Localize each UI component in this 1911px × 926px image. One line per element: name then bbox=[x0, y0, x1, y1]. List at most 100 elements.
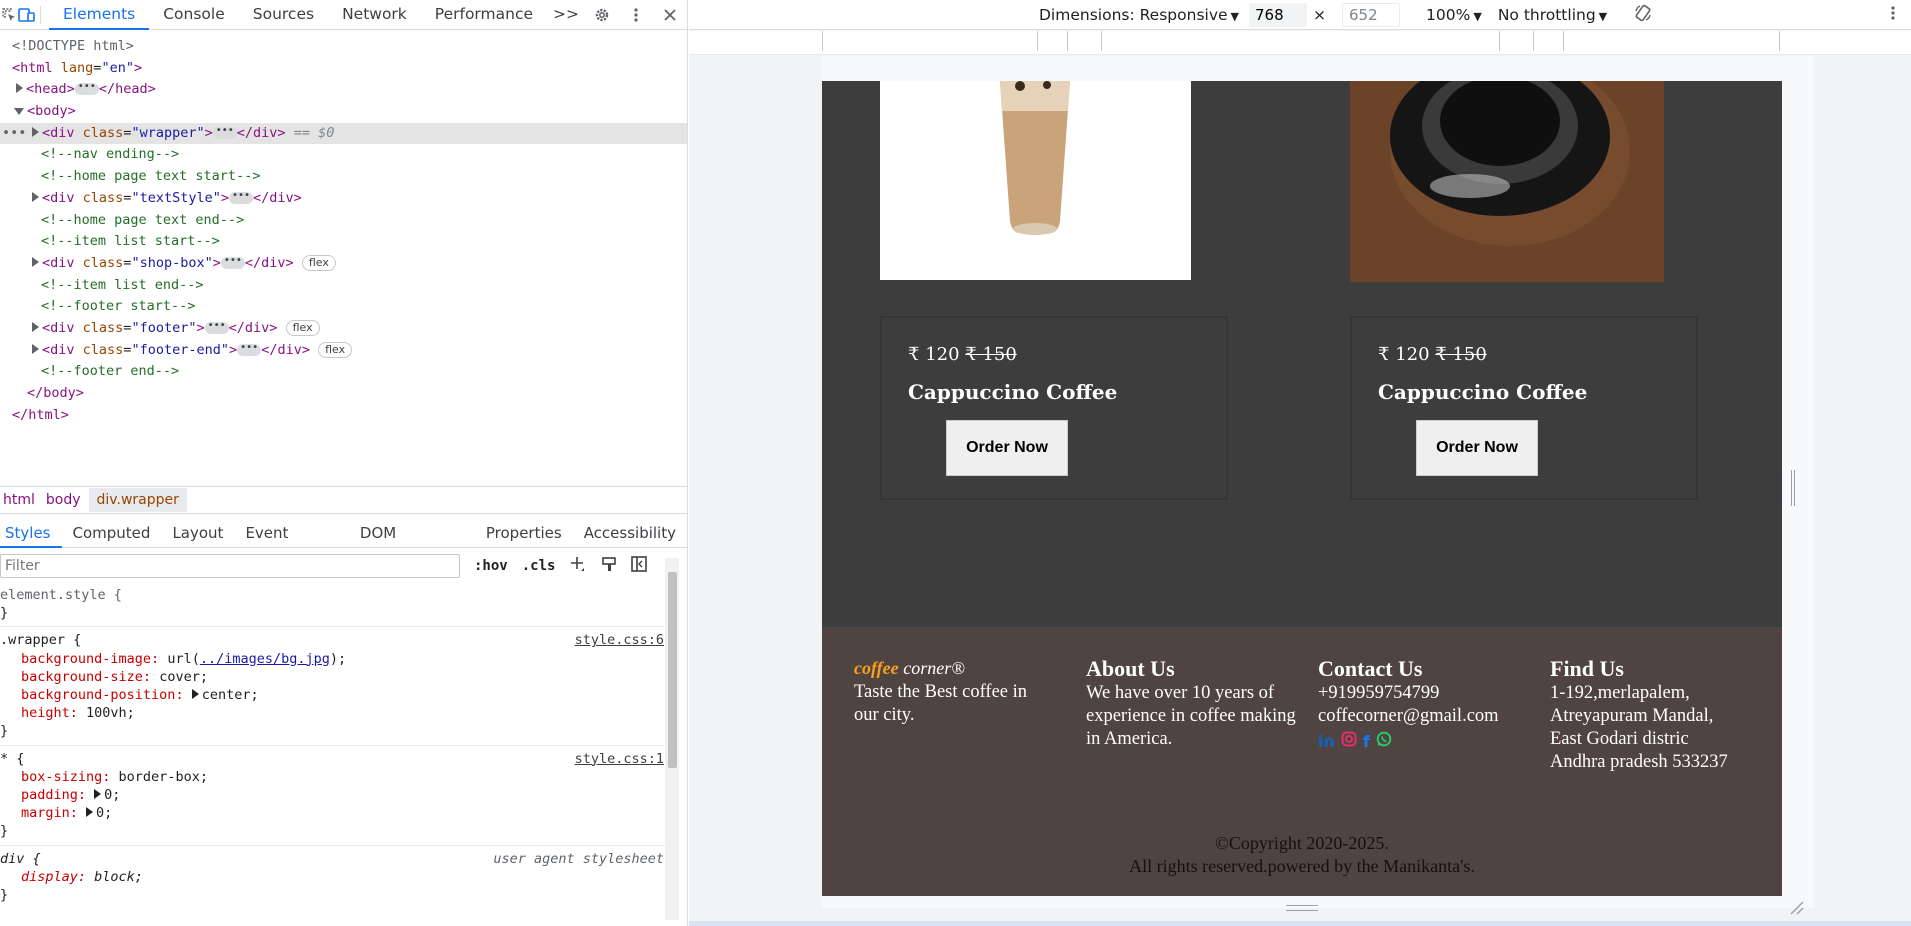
collapsed-ellipsis-icon[interactable]: ••• bbox=[74, 82, 99, 96]
linkedin-icon[interactable]: in bbox=[1318, 730, 1335, 753]
whatsapp-icon[interactable] bbox=[1376, 730, 1392, 753]
resize-corner-icon[interactable] bbox=[1789, 900, 1805, 920]
toggle-sidebar-icon[interactable] bbox=[631, 555, 648, 577]
more-tabs-chevron-icon[interactable]: >> bbox=[547, 0, 585, 30]
flex-badge[interactable]: flex bbox=[285, 319, 320, 336]
subtab-dom-breakpoints[interactable]: DOM Breakpoints bbox=[349, 518, 475, 572]
collapsed-ellipsis-icon[interactable]: ••• bbox=[204, 320, 229, 334]
tree-comment[interactable]: <!--item list start--> bbox=[0, 231, 687, 253]
expand-triangle-icon[interactable] bbox=[32, 256, 39, 267]
tree-footer[interactable]: <div class="footer"> ••• </div> flex bbox=[0, 318, 687, 340]
tree-body-close[interactable]: </body> bbox=[0, 383, 687, 405]
styles-filter-input[interactable] bbox=[0, 554, 460, 578]
css-declaration[interactable]: background-position: center; bbox=[0, 686, 668, 704]
tree-html-close[interactable]: </html> bbox=[0, 405, 687, 427]
class-toggle[interactable]: .cls bbox=[522, 558, 556, 574]
expand-triangle-icon[interactable] bbox=[191, 689, 199, 700]
tree-html[interactable]: <html lang="en"> bbox=[0, 58, 687, 80]
expand-triangle-icon[interactable] bbox=[94, 789, 102, 800]
subtab-layout[interactable]: Layout bbox=[161, 518, 234, 548]
tree-wrapper-selected[interactable]: ••• <div class="wrapper"> ••• </div> == $0 bbox=[0, 122, 687, 145]
order-now-button[interactable]: Order Now bbox=[1416, 420, 1538, 476]
expand-triangle-icon[interactable] bbox=[32, 191, 39, 202]
breadcrumb-body[interactable]: body bbox=[43, 492, 89, 508]
css-declaration[interactable]: background-image: url(../images/bg.jpg); bbox=[0, 650, 668, 668]
tree-comment[interactable]: <!--nav ending--> bbox=[0, 144, 687, 166]
footer: coffee corner® Taste the Best coffee in … bbox=[822, 627, 1782, 896]
tree-comment[interactable]: <!--item list end--> bbox=[0, 275, 687, 297]
css-declaration[interactable]: background-size: cover; bbox=[0, 668, 668, 686]
width-input[interactable] bbox=[1249, 2, 1308, 27]
dimensions-dropdown[interactable]: Dimensions: Responsive ▼ bbox=[1039, 6, 1239, 24]
css-url-link[interactable]: ../images/bg.jpg bbox=[200, 651, 330, 667]
css-declaration[interactable]: padding: 0; bbox=[0, 786, 668, 804]
inspect-element-icon[interactable] bbox=[0, 0, 18, 30]
tab-console[interactable]: Console bbox=[149, 0, 239, 30]
css-declaration[interactable]: margin: 0; bbox=[0, 804, 668, 822]
scrollbar-thumb[interactable] bbox=[668, 572, 677, 768]
subtab-accessibility[interactable]: Accessibility bbox=[573, 518, 687, 548]
tree-body[interactable]: <body> bbox=[0, 101, 687, 123]
breadcrumb-div-wrapper[interactable]: div.wrapper bbox=[88, 488, 187, 512]
tab-network[interactable]: Network bbox=[328, 0, 421, 30]
order-now-button[interactable]: Order Now bbox=[946, 420, 1068, 476]
tree-comment[interactable]: <!--home page text end--> bbox=[0, 210, 687, 232]
subtab-properties[interactable]: Properties bbox=[475, 518, 573, 548]
add-rule-icon[interactable] bbox=[569, 555, 587, 578]
collapse-triangle-icon[interactable] bbox=[14, 108, 24, 116]
tab-sources[interactable]: Sources bbox=[239, 0, 328, 30]
tree-doctype[interactable]: <!DOCTYPE html> bbox=[0, 36, 687, 58]
expand-triangle-icon[interactable] bbox=[86, 807, 94, 818]
settings-gear-icon[interactable] bbox=[585, 0, 619, 30]
hover-state-toggle[interactable]: :hov bbox=[474, 558, 508, 574]
resize-handle-right[interactable] bbox=[1791, 470, 1795, 506]
rule-div-ua[interactable]: div { user agent stylesheet display: blo… bbox=[0, 846, 668, 909]
instagram-icon[interactable] bbox=[1341, 730, 1357, 753]
rule-source-link[interactable]: style.css:6 bbox=[575, 631, 664, 649]
tree-textstyle[interactable]: <div class="textStyle"> ••• </div> bbox=[0, 188, 687, 210]
expand-triangle-icon[interactable] bbox=[32, 343, 39, 354]
tree-head[interactable]: <head> ••• </head> bbox=[0, 79, 687, 101]
collapsed-ellipsis-icon[interactable]: ••• bbox=[228, 190, 254, 204]
rule-universal[interactable]: * { style.css:1 box-sizing: border-box; … bbox=[0, 746, 668, 846]
expand-triangle-icon[interactable] bbox=[32, 126, 39, 137]
facebook-icon[interactable]: f bbox=[1363, 730, 1370, 753]
subtab-computed[interactable]: Computed bbox=[62, 518, 162, 548]
more-options-icon[interactable] bbox=[619, 0, 653, 30]
close-icon[interactable] bbox=[653, 0, 687, 30]
row-options-icon[interactable]: ••• bbox=[2, 123, 26, 145]
tree-comment[interactable]: <!--home page text start--> bbox=[0, 166, 687, 188]
device-toolbar-icon[interactable] bbox=[18, 0, 36, 30]
subtab-event-listeners[interactable]: Event Listeners bbox=[234, 518, 348, 572]
rule-element-style[interactable]: element.style { } bbox=[0, 582, 668, 628]
breadcrumb-html[interactable]: html bbox=[0, 492, 43, 508]
tree-footer-end[interactable]: <div class="footer-end"> ••• </div> flex bbox=[0, 340, 687, 362]
rule-source-link[interactable]: style.css:1 bbox=[575, 750, 664, 768]
css-declaration[interactable]: height: 100vh; bbox=[0, 704, 668, 722]
subtab-styles[interactable]: Styles bbox=[0, 518, 62, 548]
collapsed-ellipsis-icon[interactable]: ••• bbox=[237, 342, 262, 356]
paint-brush-icon[interactable] bbox=[601, 556, 617, 577]
expand-triangle-icon[interactable] bbox=[16, 83, 23, 94]
device-more-options-icon[interactable] bbox=[1891, 5, 1895, 25]
styles-scrollbar[interactable] bbox=[665, 558, 679, 920]
collapsed-ellipsis-icon[interactable]: ••• bbox=[212, 125, 237, 139]
tree-comment[interactable]: <!--footer start--> bbox=[0, 296, 687, 318]
flex-badge[interactable]: flex bbox=[318, 341, 353, 358]
tree-shopbox[interactable]: <div class="shop-box"> ••• </div> flex bbox=[0, 253, 687, 275]
throttling-dropdown[interactable]: No throttling ▼ bbox=[1498, 6, 1607, 24]
tab-performance[interactable]: Performance bbox=[421, 0, 547, 30]
expand-triangle-icon[interactable] bbox=[32, 321, 39, 332]
collapsed-ellipsis-icon[interactable]: ••• bbox=[220, 255, 245, 269]
tab-elements[interactable]: Elements bbox=[48, 0, 150, 30]
resize-handle-bottom[interactable] bbox=[1286, 905, 1318, 911]
toolbar-divider bbox=[40, 5, 41, 24]
tree-comment[interactable]: <!--footer end--> bbox=[0, 361, 687, 383]
height-input[interactable] bbox=[1342, 2, 1401, 27]
rule-wrapper[interactable]: .wrapper { style.css:6 background-image:… bbox=[0, 627, 668, 746]
contact-phone: +919959754799 bbox=[1318, 683, 1440, 703]
css-declaration[interactable]: box-sizing: border-box; bbox=[0, 768, 668, 786]
flex-badge[interactable]: flex bbox=[301, 254, 336, 271]
zoom-dropdown[interactable]: 100% ▼ bbox=[1426, 6, 1482, 24]
rotate-icon[interactable] bbox=[1633, 3, 1653, 27]
